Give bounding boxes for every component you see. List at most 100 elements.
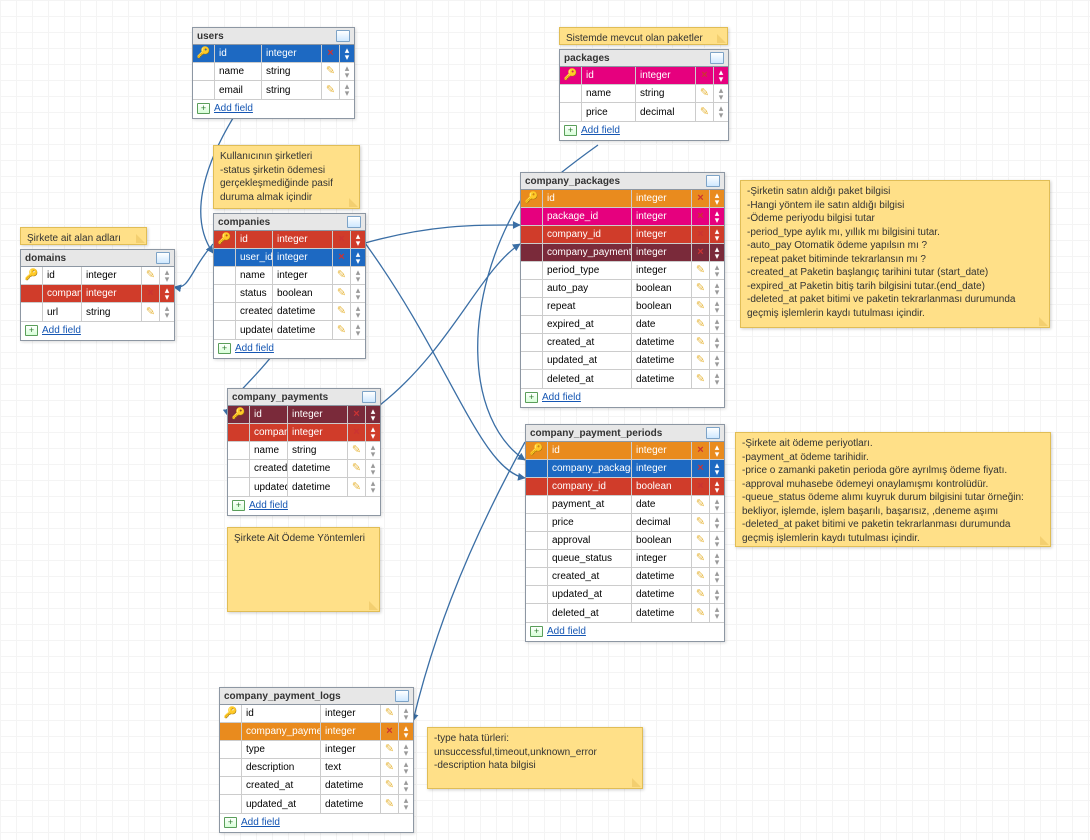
field-row[interactable]: 🔑idinteger×▴▾ xyxy=(228,406,380,424)
reorder-handle[interactable]: ▴▾ xyxy=(710,514,724,531)
field-row[interactable]: user_idinteger×▴▾ xyxy=(214,249,365,267)
reorder-handle[interactable]: ▴▾ xyxy=(351,321,365,339)
reorder-handle[interactable]: ▴▾ xyxy=(710,316,724,333)
reorder-handle[interactable]: ▴▾ xyxy=(351,285,365,302)
add-field-link[interactable]: Add field xyxy=(521,388,724,407)
edit-icon[interactable]: ✎ xyxy=(381,705,399,722)
edit-icon[interactable]: ✎ xyxy=(692,532,710,549)
reorder-handle[interactable]: ▴▾ xyxy=(340,81,354,99)
reorder-handle[interactable]: ▴▾ xyxy=(714,67,728,84)
entity-domains[interactable]: domains 🔑idinteger✎▴▾company_idinteger×▴… xyxy=(20,249,175,341)
reorder-handle[interactable]: ▴▾ xyxy=(710,586,724,603)
edit-icon[interactable]: ✎ xyxy=(333,267,351,284)
reorder-handle[interactable]: ▴▾ xyxy=(366,406,380,423)
reorder-handle[interactable]: ▴▾ xyxy=(366,478,380,496)
reorder-handle[interactable]: ▴▾ xyxy=(399,705,413,722)
field-row[interactable]: company_payment_period_idinteger×▴▾ xyxy=(220,723,413,741)
edit-icon[interactable]: ✎ xyxy=(692,280,710,297)
field-row[interactable]: descriptiontext✎▴▾ xyxy=(220,759,413,777)
reorder-handle[interactable]: ▴▾ xyxy=(714,85,728,102)
field-row[interactable]: namestring✎▴▾ xyxy=(228,442,380,460)
field-row[interactable]: namestring✎▴▾ xyxy=(560,85,728,103)
add-field-link[interactable]: Add field xyxy=(21,321,174,340)
field-row[interactable]: company_payment_idinteger×▴▾ xyxy=(521,244,724,262)
edit-icon[interactable]: ✎ xyxy=(692,604,710,622)
entity-users[interactable]: users 🔑idinteger×▴▾namestring✎▴▾emailstr… xyxy=(192,27,355,119)
reorder-handle[interactable]: ▴▾ xyxy=(710,280,724,297)
delete-icon[interactable]: × xyxy=(333,249,351,266)
reorder-handle[interactable]: ▴▾ xyxy=(366,460,380,477)
delete-icon[interactable]: × xyxy=(692,244,710,261)
field-row[interactable]: urlstring✎▴▾ xyxy=(21,303,174,321)
edit-icon[interactable]: ✎ xyxy=(142,267,160,284)
reorder-handle[interactable]: ▴▾ xyxy=(710,226,724,243)
entity-company-payment-periods[interactable]: company_payment_periods 🔑idinteger×▴▾com… xyxy=(525,424,725,642)
reorder-handle[interactable]: ▴▾ xyxy=(710,298,724,315)
reorder-handle[interactable]: ▴▾ xyxy=(399,723,413,740)
field-row[interactable]: 🔑idinteger×▴▾ xyxy=(214,231,365,249)
edit-icon[interactable]: ✎ xyxy=(333,303,351,320)
reorder-handle[interactable]: ▴▾ xyxy=(710,532,724,549)
field-row[interactable]: auto_payboolean✎▴▾ xyxy=(521,280,724,298)
delete-icon[interactable]: × xyxy=(692,226,710,243)
field-row[interactable]: 🔑idinteger×▴▾ xyxy=(521,190,724,208)
reorder-handle[interactable]: ▴▾ xyxy=(160,303,174,321)
field-row[interactable]: created_atdatetime✎▴▾ xyxy=(214,303,365,321)
field-row[interactable]: updated_atdatetime✎▴▾ xyxy=(526,586,724,604)
delete-icon[interactable]: × xyxy=(696,67,714,84)
field-row[interactable]: company_idinteger×▴▾ xyxy=(21,285,174,303)
edit-icon[interactable]: ✎ xyxy=(696,103,714,121)
add-field-link[interactable]: Add field xyxy=(214,339,365,358)
edit-icon[interactable]: ✎ xyxy=(692,496,710,513)
edit-icon[interactable]: ✎ xyxy=(692,586,710,603)
reorder-handle[interactable]: ▴▾ xyxy=(366,424,380,441)
field-row[interactable]: nameinteger✎▴▾ xyxy=(214,267,365,285)
field-row[interactable]: created_atdatetime✎▴▾ xyxy=(521,334,724,352)
field-row[interactable]: created_atdatetime✎▴▾ xyxy=(228,460,380,478)
delete-icon[interactable]: × xyxy=(322,45,340,62)
edit-icon[interactable]: ✎ xyxy=(381,759,399,776)
reorder-handle[interactable]: ▴▾ xyxy=(399,759,413,776)
edit-icon[interactable]: ✎ xyxy=(696,85,714,102)
delete-icon[interactable]: × xyxy=(692,442,710,459)
reorder-handle[interactable]: ▴▾ xyxy=(399,741,413,758)
field-row[interactable]: company_idinteger×▴▾ xyxy=(228,424,380,442)
field-row[interactable]: expired_atdate✎▴▾ xyxy=(521,316,724,334)
reorder-handle[interactable]: ▴▾ xyxy=(160,267,174,284)
reorder-handle[interactable]: ▴▾ xyxy=(340,45,354,62)
edit-icon[interactable]: ✎ xyxy=(692,298,710,315)
edit-icon[interactable]: ✎ xyxy=(333,285,351,302)
reorder-handle[interactable]: ▴▾ xyxy=(351,231,365,248)
entity-company-payments[interactable]: company_payments 🔑idinteger×▴▾company_id… xyxy=(227,388,381,516)
edit-icon[interactable]: ✎ xyxy=(333,321,351,339)
field-row[interactable]: typeinteger✎▴▾ xyxy=(220,741,413,759)
field-row[interactable]: statusboolean✎▴▾ xyxy=(214,285,365,303)
edit-icon[interactable]: ✎ xyxy=(692,262,710,279)
field-row[interactable]: pricedecimal✎▴▾ xyxy=(526,514,724,532)
delete-icon[interactable]: × xyxy=(348,424,366,441)
field-row[interactable]: company_package_idinteger×▴▾ xyxy=(526,460,724,478)
reorder-handle[interactable]: ▴▾ xyxy=(710,568,724,585)
edit-icon[interactable]: ✎ xyxy=(692,352,710,369)
field-row[interactable]: deleted_atdatetime✎▴▾ xyxy=(521,370,724,388)
field-row[interactable]: pricedecimal✎▴▾ xyxy=(560,103,728,121)
field-row[interactable]: 🔑idinteger✎▴▾ xyxy=(21,267,174,285)
add-field-link[interactable]: Add field xyxy=(228,496,380,515)
delete-icon[interactable]: × xyxy=(692,190,710,207)
field-row[interactable]: queue_statusinteger✎▴▾ xyxy=(526,550,724,568)
field-row[interactable]: period_typeinteger✎▴▾ xyxy=(521,262,724,280)
field-row[interactable]: namestring✎▴▾ xyxy=(193,63,354,81)
reorder-handle[interactable]: ▴▾ xyxy=(710,496,724,513)
entity-packages[interactable]: packages 🔑idinteger×▴▾namestring✎▴▾price… xyxy=(559,49,729,141)
reorder-handle[interactable]: ▴▾ xyxy=(366,442,380,459)
reorder-handle[interactable]: ▴▾ xyxy=(710,190,724,207)
reorder-handle[interactable]: ▴▾ xyxy=(351,249,365,266)
reorder-handle[interactable]: ▴▾ xyxy=(340,63,354,80)
field-row[interactable]: approvalboolean✎▴▾ xyxy=(526,532,724,550)
reorder-handle[interactable]: ▴▾ xyxy=(710,262,724,279)
delete-icon[interactable]: × xyxy=(142,285,160,302)
field-row[interactable]: company_idboolean×▴▾ xyxy=(526,478,724,496)
add-field-link[interactable]: Add field xyxy=(560,121,728,140)
reorder-handle[interactable]: ▴▾ xyxy=(710,208,724,225)
field-row[interactable]: package_idinteger×▴▾ xyxy=(521,208,724,226)
